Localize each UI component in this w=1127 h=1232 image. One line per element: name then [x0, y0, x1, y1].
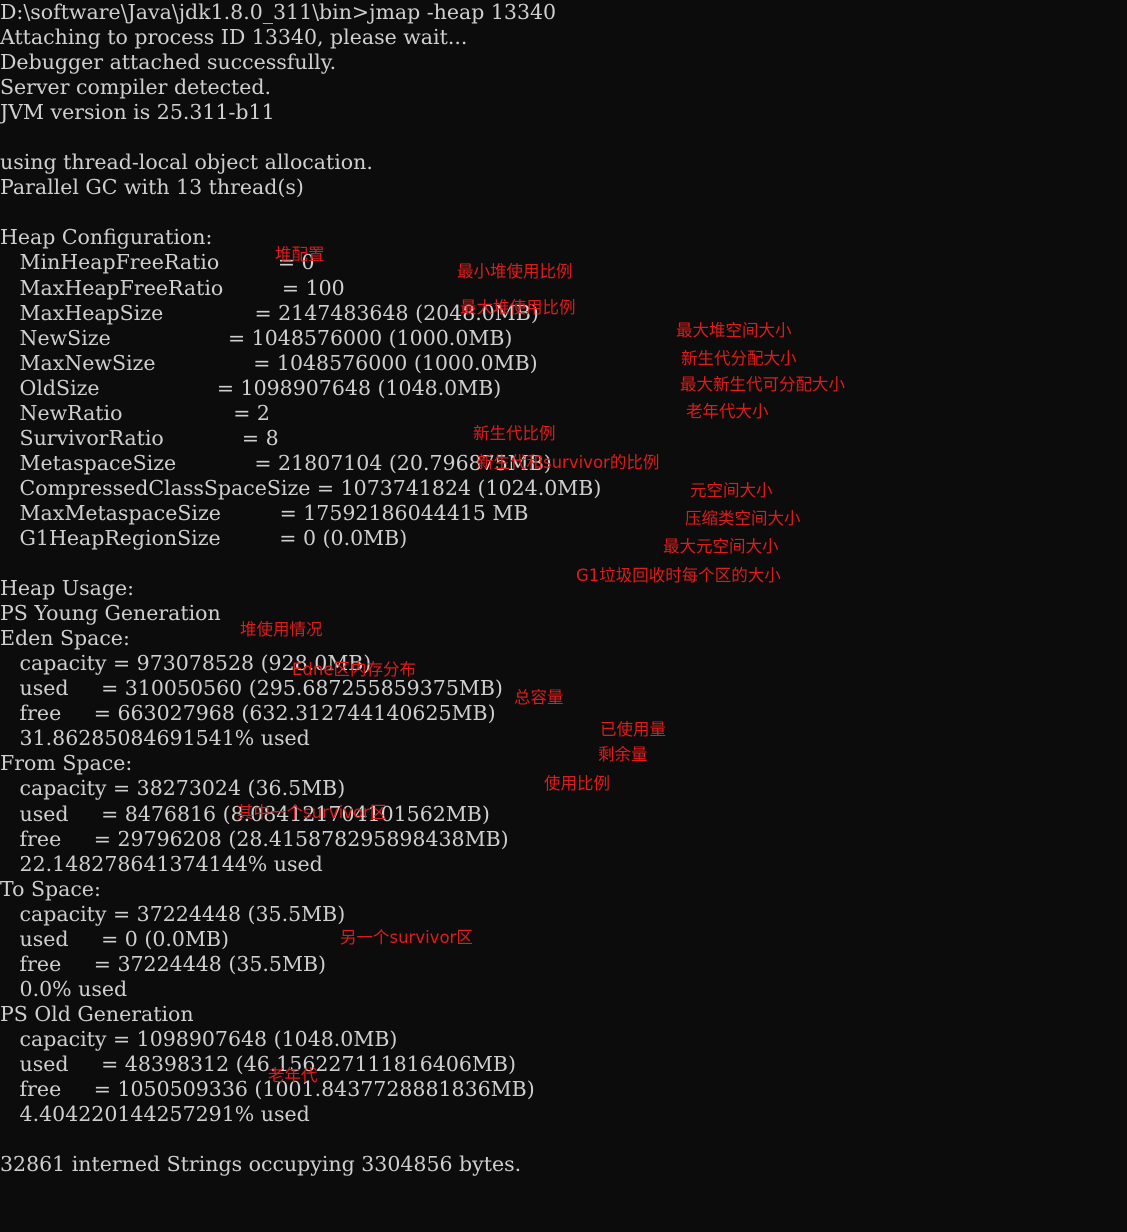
console-line: 4.404220144257291% used — [0, 1102, 310, 1127]
console-line: MetaspaceSize = 21807104 (20.796875MB) — [0, 450, 552, 475]
console-line: MaxHeapSize = 2147483648 (2048.0MB) — [0, 300, 539, 325]
console-line: G1HeapRegionSize = 0 (0.0MB) — [0, 525, 408, 550]
console-line: MaxNewSize = 1048576000 (1000.0MB) — [0, 350, 538, 375]
console-line: free = 37224448 (35.5MB) — [0, 951, 327, 976]
console-line: Parallel GC with 13 thread(s) — [0, 175, 304, 200]
console-line: used = 0 (0.0MB) — [0, 926, 230, 951]
console-line: MinHeapFreeRatio = 0 — [0, 250, 315, 275]
console-line: capacity = 973078528 (928.0MB) — [0, 651, 372, 676]
console-line: capacity = 37224448 (35.5MB) — [0, 901, 346, 926]
console-line: free = 1050509336 (1001.8437728881836MB) — [0, 1077, 535, 1102]
console-line: using thread-local object allocation. — [0, 150, 373, 175]
console-line: Debugger attached successfully. — [0, 50, 337, 75]
console-line: capacity = 38273024 (36.5MB) — [0, 776, 346, 801]
console-line: PS Young Generation — [0, 601, 221, 626]
console-line: D:\software\Java\jdk1.8.0_311\bin>jmap -… — [0, 0, 557, 24]
console-line: MaxHeapFreeRatio = 100 — [0, 275, 345, 300]
console-line: free = 29796208 (28.415878295898438MB) — [0, 826, 509, 851]
console-line: JVM version is 25.311-b11 — [0, 100, 275, 125]
console-line: CompressedClassSpaceSize = 1073741824 (1… — [0, 475, 602, 500]
console-line: 32861 interned Strings occupying 3304856… — [0, 1152, 522, 1177]
console-line: 31.86285084691541% used — [0, 726, 310, 751]
console-line: Eden Space: — [0, 626, 130, 651]
console-line: free = 663027968 (632.312744140625MB) — [0, 701, 496, 726]
console-line: OldSize = 1098907648 (1048.0MB) — [0, 375, 502, 400]
console-line: 22.148278641374144% used — [0, 851, 323, 876]
console-line: Attaching to process ID 13340, please wa… — [0, 25, 468, 50]
console-line: MaxMetaspaceSize = 17592186044415 MB — [0, 500, 529, 525]
console-line: From Space: — [0, 751, 133, 776]
terminal-window[interactable]: D:\software\Java\jdk1.8.0_311\bin>jmap -… — [0, 0, 1127, 1232]
console-line: capacity = 1098907648 (1048.0MB) — [0, 1026, 398, 1051]
console-line: Heap Usage: — [0, 576, 135, 601]
console-line: 0.0% used — [0, 976, 128, 1001]
console-line: NewSize = 1048576000 (1000.0MB) — [0, 325, 513, 350]
console-line: SurvivorRatio = 8 — [0, 425, 279, 450]
console-line: Server compiler detected. — [0, 75, 272, 100]
console-line: used = 48398312 (46.156227111816406MB) — [0, 1051, 516, 1076]
console-output: D:\software\Java\jdk1.8.0_311\bin>jmap -… — [0, 0, 1127, 1177]
console-line: Heap Configuration: — [0, 225, 213, 250]
console-line: To Space: — [0, 876, 101, 901]
console-line: NewRatio = 2 — [0, 400, 270, 425]
console-line: used = 310050560 (295.687255859375MB) — [0, 676, 503, 701]
console-line: PS Old Generation — [0, 1001, 194, 1026]
console-line: used = 8476816 (8.084121704101562MB) — [0, 801, 490, 826]
